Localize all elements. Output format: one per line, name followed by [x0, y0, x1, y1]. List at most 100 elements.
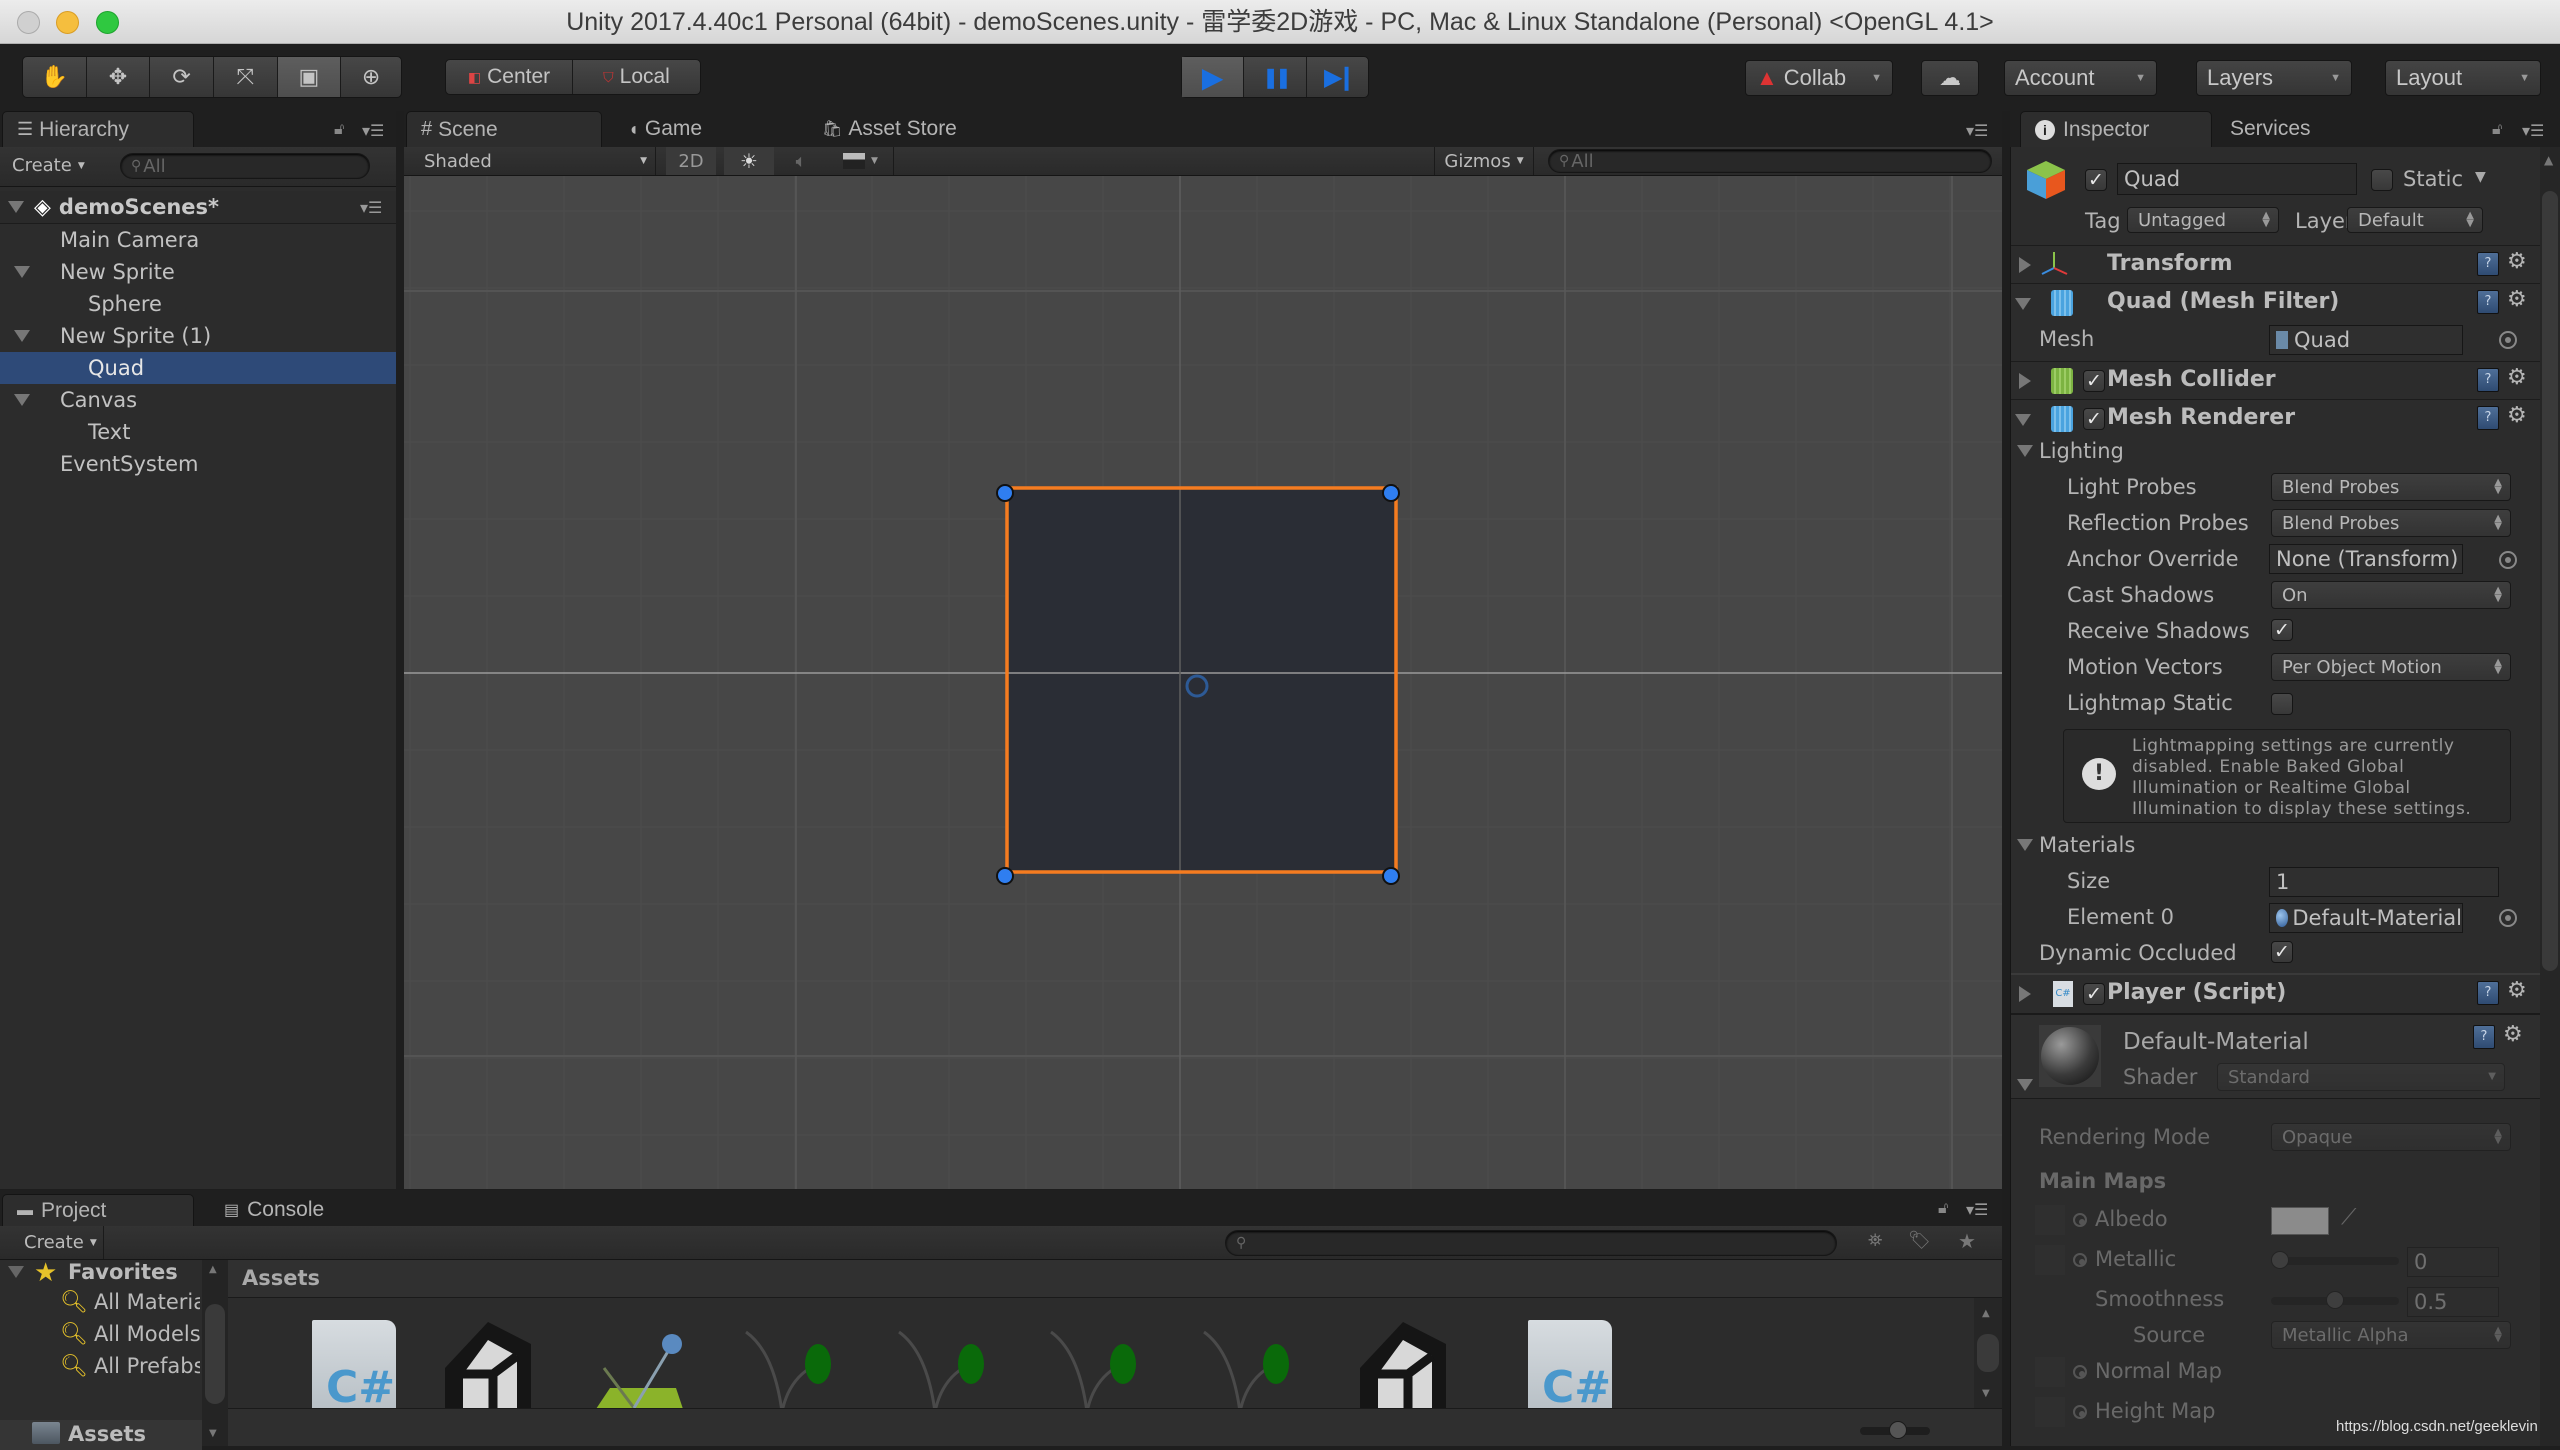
- reflection-probes-dropdown[interactable]: Blend Probes ▲ ▼: [2271, 509, 2511, 537]
- favorite-item[interactable]: 🔍︎ All Prefabs: [60, 1350, 200, 1382]
- account-dropdown[interactable]: Account ▼: [2004, 60, 2157, 96]
- scroll-up-icon[interactable]: ▲: [1982, 1308, 1990, 1319]
- layers-dropdown[interactable]: Layers ▼: [2196, 60, 2352, 96]
- motion-vectors-dropdown[interactable]: Per Object Motion ▲ ▼: [2271, 653, 2511, 681]
- asset-item-unity-scene[interactable]: [433, 1312, 543, 1408]
- asset-item-animation-clip[interactable]: [1196, 1312, 1306, 1408]
- mesh-collider-component-header[interactable]: ✓ Mesh Collider ? ⚙: [2011, 361, 2540, 399]
- asset-item-animation-clip[interactable]: [891, 1312, 1001, 1408]
- rect-handle-top-left[interactable]: [996, 484, 1014, 502]
- expand-arrow-icon[interactable]: [14, 266, 30, 278]
- metallic-value-input[interactable]: 0: [2407, 1247, 2499, 1277]
- hierarchy-item[interactable]: Text: [0, 416, 396, 448]
- collapse-arrow-icon[interactable]: [2019, 257, 2031, 273]
- gameobject-name-input[interactable]: Quad: [2117, 163, 2357, 195]
- project-create-dropdown[interactable]: Create ▼: [12, 1226, 104, 1259]
- metallic-texture-slot[interactable]: [2035, 1245, 2065, 1275]
- asset-item-animation-clip[interactable]: [738, 1312, 848, 1408]
- hierarchy-item[interactable]: Sphere: [0, 288, 396, 320]
- hierarchy-item[interactable]: Canvas: [0, 384, 396, 416]
- pause-button[interactable]: ❚❚: [1244, 57, 1307, 97]
- scene-search-input[interactable]: ⚲ All: [1548, 149, 1992, 173]
- static-checkbox[interactable]: [2371, 169, 2393, 191]
- texture-picker-icon[interactable]: [2073, 1253, 2087, 1267]
- tab-console[interactable]: ▤ Console: [210, 1194, 360, 1226]
- play-button[interactable]: ▶: [1182, 57, 1245, 97]
- texture-picker-icon[interactable]: [2073, 1365, 2087, 1379]
- albedo-texture-slot[interactable]: [2035, 1205, 2065, 1235]
- object-picker-icon[interactable]: [2499, 551, 2517, 569]
- scroll-up-icon[interactable]: ▲: [2544, 153, 2553, 167]
- anchor-override-field[interactable]: None (Transform): [2269, 544, 2463, 574]
- eyedropper-icon[interactable]: ⟋: [2341, 1205, 2356, 1230]
- move-tool-button[interactable]: ✥: [87, 57, 151, 97]
- layer-dropdown[interactable]: Default ▲ ▼: [2347, 207, 2483, 233]
- asset-item-csharp-script[interactable]: C#: [1500, 1312, 1612, 1408]
- gear-icon[interactable]: ⚙: [2507, 978, 2527, 1003]
- smoothness-slider-thumb[interactable]: [2326, 1291, 2344, 1309]
- gear-icon[interactable]: ⚙: [2507, 287, 2527, 312]
- tab-asset-store[interactable]: 🛍︎ Asset Store: [808, 111, 998, 147]
- hierarchy-item[interactable]: Quad: [0, 352, 396, 384]
- shader-dropdown[interactable]: Standard ▼: [2217, 1063, 2505, 1091]
- help-book-icon[interactable]: ?: [2477, 290, 2499, 314]
- element0-object-field[interactable]: Default-Material: [2269, 903, 2463, 933]
- expand-arrow-icon[interactable]: [2015, 414, 2031, 426]
- metallic-slider-track[interactable]: [2271, 1257, 2399, 1265]
- rotate-tool-button[interactable]: ⟳: [150, 57, 214, 97]
- scroll-down-icon[interactable]: ▼: [1982, 1388, 1990, 1399]
- expand-arrow-icon[interactable]: [14, 330, 30, 342]
- scroll-down-icon[interactable]: ▼: [209, 1428, 217, 1439]
- asset-item-animation-clip[interactable]: [1043, 1312, 1153, 1408]
- tab-hierarchy[interactable]: ☰ Hierarchy: [2, 111, 194, 147]
- lock-icon[interactable]: 🔓︎: [2492, 119, 2502, 139]
- folder-tree-scroll-thumb[interactable]: [205, 1304, 225, 1404]
- panel-menu-icon[interactable]: ▾☰: [1966, 121, 1988, 140]
- favorites-label[interactable]: Favorites: [68, 1260, 178, 1284]
- collapse-arrow-icon[interactable]: [2019, 986, 2031, 1002]
- transform-component-header[interactable]: Transform ? ⚙: [2011, 245, 2540, 283]
- gear-icon[interactable]: ⚙: [2507, 365, 2527, 390]
- tag-dropdown[interactable]: Untagged ▲ ▼: [2127, 207, 2279, 233]
- help-book-icon[interactable]: ?: [2477, 252, 2499, 276]
- receive-shadows-checkbox[interactable]: ✓: [2271, 619, 2293, 641]
- scroll-up-icon[interactable]: ▲: [209, 1264, 217, 1275]
- hierarchy-item[interactable]: New Sprite (1): [0, 320, 396, 352]
- static-dropdown-icon[interactable]: ▼: [2475, 169, 2486, 185]
- materials-size-input[interactable]: 1: [2269, 867, 2499, 897]
- asset-item-unity-scene[interactable]: [1348, 1312, 1458, 1408]
- scene-root-row[interactable]: ◈ demoScenes* ▾☰: [0, 191, 396, 224]
- tab-game[interactable]: ◖ Game: [614, 111, 734, 147]
- gameobject-cube-icon[interactable]: [2025, 159, 2067, 201]
- icon-size-slider-thumb[interactable]: [1888, 1421, 1907, 1439]
- panel-menu-icon[interactable]: ▾☰: [1966, 1200, 1988, 1219]
- expand-arrow-icon[interactable]: [8, 201, 24, 213]
- texture-picker-icon[interactable]: [2073, 1213, 2087, 1227]
- mesh-renderer-component-header[interactable]: ✓ Mesh Renderer ? ⚙: [2011, 399, 2540, 437]
- asset-grid-scrollbar[interactable]: ▲ ▼: [1974, 1298, 2002, 1408]
- albedo-color-swatch[interactable]: [2271, 1207, 2329, 1235]
- hierarchy-item[interactable]: EventSystem: [0, 448, 396, 480]
- pivot-mode-button[interactable]: ◧ Center: [446, 60, 573, 94]
- 2d-mode-toggle[interactable]: 2D: [666, 147, 716, 175]
- cloud-button[interactable]: ☁: [1921, 60, 1979, 96]
- collapse-arrow-icon[interactable]: [2019, 373, 2031, 389]
- tab-project[interactable]: ▬ Project: [2, 1194, 194, 1226]
- help-book-icon[interactable]: ?: [2477, 406, 2499, 430]
- scale-tool-button[interactable]: ⤧: [214, 57, 278, 97]
- breadcrumb-assets[interactable]: Assets: [242, 1266, 320, 1290]
- asset-item-physics-material-2d[interactable]: [584, 1312, 694, 1408]
- player-script-component-header[interactable]: C# ✓ Player (Script) ? ⚙: [2011, 973, 2540, 1011]
- lock-icon[interactable]: 🔓︎: [334, 119, 344, 139]
- normal-map-texture-slot[interactable]: [2035, 1357, 2065, 1387]
- maximize-window-button[interactable]: [96, 11, 119, 34]
- audio-toggle[interactable]: 🔈︎: [778, 147, 824, 175]
- smoothness-value-input[interactable]: 0.5: [2407, 1287, 2499, 1317]
- hierarchy-item[interactable]: New Sprite: [0, 256, 396, 288]
- panel-menu-icon[interactable]: ▾☰: [362, 121, 384, 140]
- scene-menu-icon[interactable]: ▾☰: [360, 198, 382, 217]
- inspector-scroll-thumb[interactable]: [2542, 191, 2558, 971]
- panel-menu-icon[interactable]: ▾☰: [2522, 121, 2544, 140]
- step-button[interactable]: ▶❙: [1307, 57, 1368, 97]
- lighting-foldout-label[interactable]: Lighting: [2039, 439, 2124, 463]
